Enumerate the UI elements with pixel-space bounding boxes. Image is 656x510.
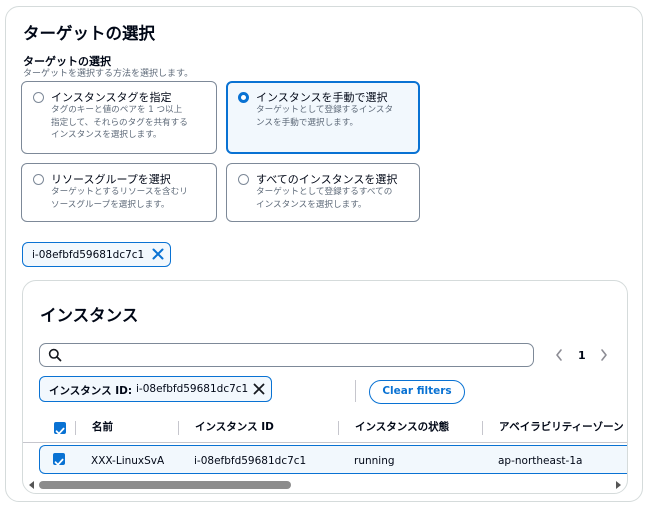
property-filter-token: インスタンス ID: i-08efbfd59681dc7c1: [39, 376, 272, 402]
tile-choose-all-instances[interactable]: すべてのインスタンスを選択 ターゲットとして登録するすべての インスタンスを選択…: [226, 163, 420, 222]
column-divider: [482, 421, 483, 435]
chevron-left-icon[interactable]: [554, 348, 564, 362]
panel-title: ターゲットの選択: [23, 24, 155, 43]
column-header-name[interactable]: 名前: [92, 419, 113, 434]
scroll-left-icon[interactable]: [29, 481, 35, 489]
current-page-number[interactable]: 1: [578, 349, 586, 362]
search-icon: [48, 348, 62, 362]
chevron-right-icon[interactable]: [599, 348, 609, 362]
tile-description: ターゲットとして登録するすべての インスタンスを選択します。: [256, 187, 393, 210]
column-divider: [178, 421, 179, 435]
tile-choose-resource-group[interactable]: リソースグループを選択 ターゲットとするリソースを含むリ ソースグループを選択し…: [21, 163, 217, 222]
column-header-instance-state[interactable]: インスタンスの状態: [355, 419, 449, 434]
search-input[interactable]: [39, 343, 534, 367]
instances-container: インスタンス 1 インスタンス ID: i-08efbfd59681dc7c1 …: [22, 280, 628, 494]
cell-instance-state: running: [354, 455, 395, 467]
selected-instance-token: i-08efbfd59681dc7c1: [22, 242, 171, 267]
target-selection-panel: ターゲットの選択 ターゲットの選択 ターゲットを選択する方法を選択します。 イン…: [5, 6, 643, 502]
row-checkbox[interactable]: [53, 453, 65, 466]
column-divider: [75, 421, 76, 435]
column-header-availability-zone[interactable]: アベイラビリティーゾーン: [499, 419, 624, 434]
cell-name: XXX-LinuxSvA: [91, 455, 165, 467]
radio-unselected[interactable]: [33, 174, 44, 185]
column-header-instance-id[interactable]: インスタンス ID: [195, 419, 274, 434]
tile-choose-instances-manually[interactable]: インスタンスを手動で選択 ターゲットとして登録するインスタ ンスを手動で選択しま…: [226, 81, 420, 154]
instances-title: インスタンス: [40, 306, 139, 325]
checkmark-icon: [55, 427, 65, 435]
tile-title: インスタンスタグを指定: [51, 91, 172, 104]
close-icon[interactable]: [252, 381, 266, 397]
select-all-checkbox[interactable]: [54, 422, 66, 435]
cell-instance-id: i-08efbfd59681dc7c1: [194, 455, 307, 467]
tile-description: ターゲットとするリソースを含むリ ソースグループを選択します。: [51, 187, 188, 210]
tile-specify-instance-tags[interactable]: インスタンスタグを指定 タグのキーと値のペアを 1 つ以上 指定して、それらのタ…: [21, 81, 217, 154]
header-divider: [23, 442, 627, 443]
radio-selected[interactable]: [238, 92, 249, 103]
clear-filters-button[interactable]: Clear filters: [369, 380, 465, 404]
radio-unselected[interactable]: [238, 174, 249, 185]
close-icon[interactable]: [151, 246, 165, 262]
filter-key: インスタンス ID:: [49, 385, 133, 397]
column-divider: [338, 421, 339, 435]
field-description: ターゲットを選択する方法を選択します。: [23, 69, 194, 79]
tile-description: ターゲットとして登録するインスタ ンスを手動で選択します。: [256, 105, 394, 128]
tile-title: インスタンスを手動で選択: [256, 91, 388, 104]
divider: [355, 380, 356, 402]
scroll-right-icon[interactable]: [615, 481, 621, 489]
filter-value: i-08efbfd59681dc7c1: [136, 383, 249, 395]
tile-title: すべてのインスタンスを選択: [256, 173, 398, 186]
token-label: i-08efbfd59681dc7c1: [32, 249, 145, 261]
cell-availability-zone: ap-northeast-1a: [498, 455, 583, 467]
table-row[interactable]: XXX-LinuxSvA i-08efbfd59681dc7c1 running…: [39, 445, 627, 474]
tile-description: タグのキーと値のペアを 1 つ以上 指定して、それらのタグを共有する インスタン…: [51, 105, 188, 140]
checkmark-icon: [54, 458, 64, 466]
tile-title: リソースグループを選択: [51, 173, 171, 186]
horizontal-scrollbar-thumb[interactable]: [39, 481, 291, 489]
radio-unselected[interactable]: [33, 92, 44, 103]
